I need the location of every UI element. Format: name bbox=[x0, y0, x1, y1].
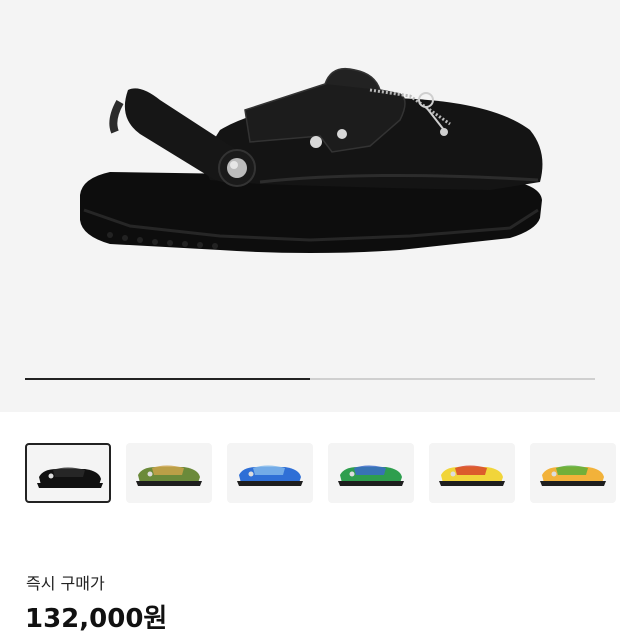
yellow-clog-icon bbox=[439, 465, 505, 486]
thumbnail-3[interactable] bbox=[227, 443, 313, 503]
instant-buy-price: 132,000원 bbox=[25, 604, 168, 634]
thumbnail-1[interactable] bbox=[25, 443, 111, 503]
thumbnail-6[interactable] bbox=[530, 443, 616, 503]
green-tie-dye-clog-icon bbox=[338, 465, 404, 486]
orange-green-clog-icon bbox=[540, 465, 606, 486]
instant-buy-price-label: 즉시 구매가 bbox=[26, 574, 105, 593]
image-carousel-progress bbox=[25, 378, 595, 380]
product-image-area[interactable] bbox=[0, 0, 620, 412]
thumbnail-5[interactable] bbox=[429, 443, 515, 503]
black-leather-clog-icon bbox=[80, 67, 543, 253]
thumbnail-2[interactable] bbox=[126, 443, 212, 503]
image-carousel-progress-fill bbox=[25, 378, 310, 380]
blue-camo-clog-icon bbox=[237, 465, 303, 486]
thumbnail-strip bbox=[25, 443, 616, 505]
thumbnail-4[interactable] bbox=[328, 443, 414, 503]
camo-green-clog-icon bbox=[136, 465, 202, 486]
black-clog-icon bbox=[37, 467, 103, 488]
